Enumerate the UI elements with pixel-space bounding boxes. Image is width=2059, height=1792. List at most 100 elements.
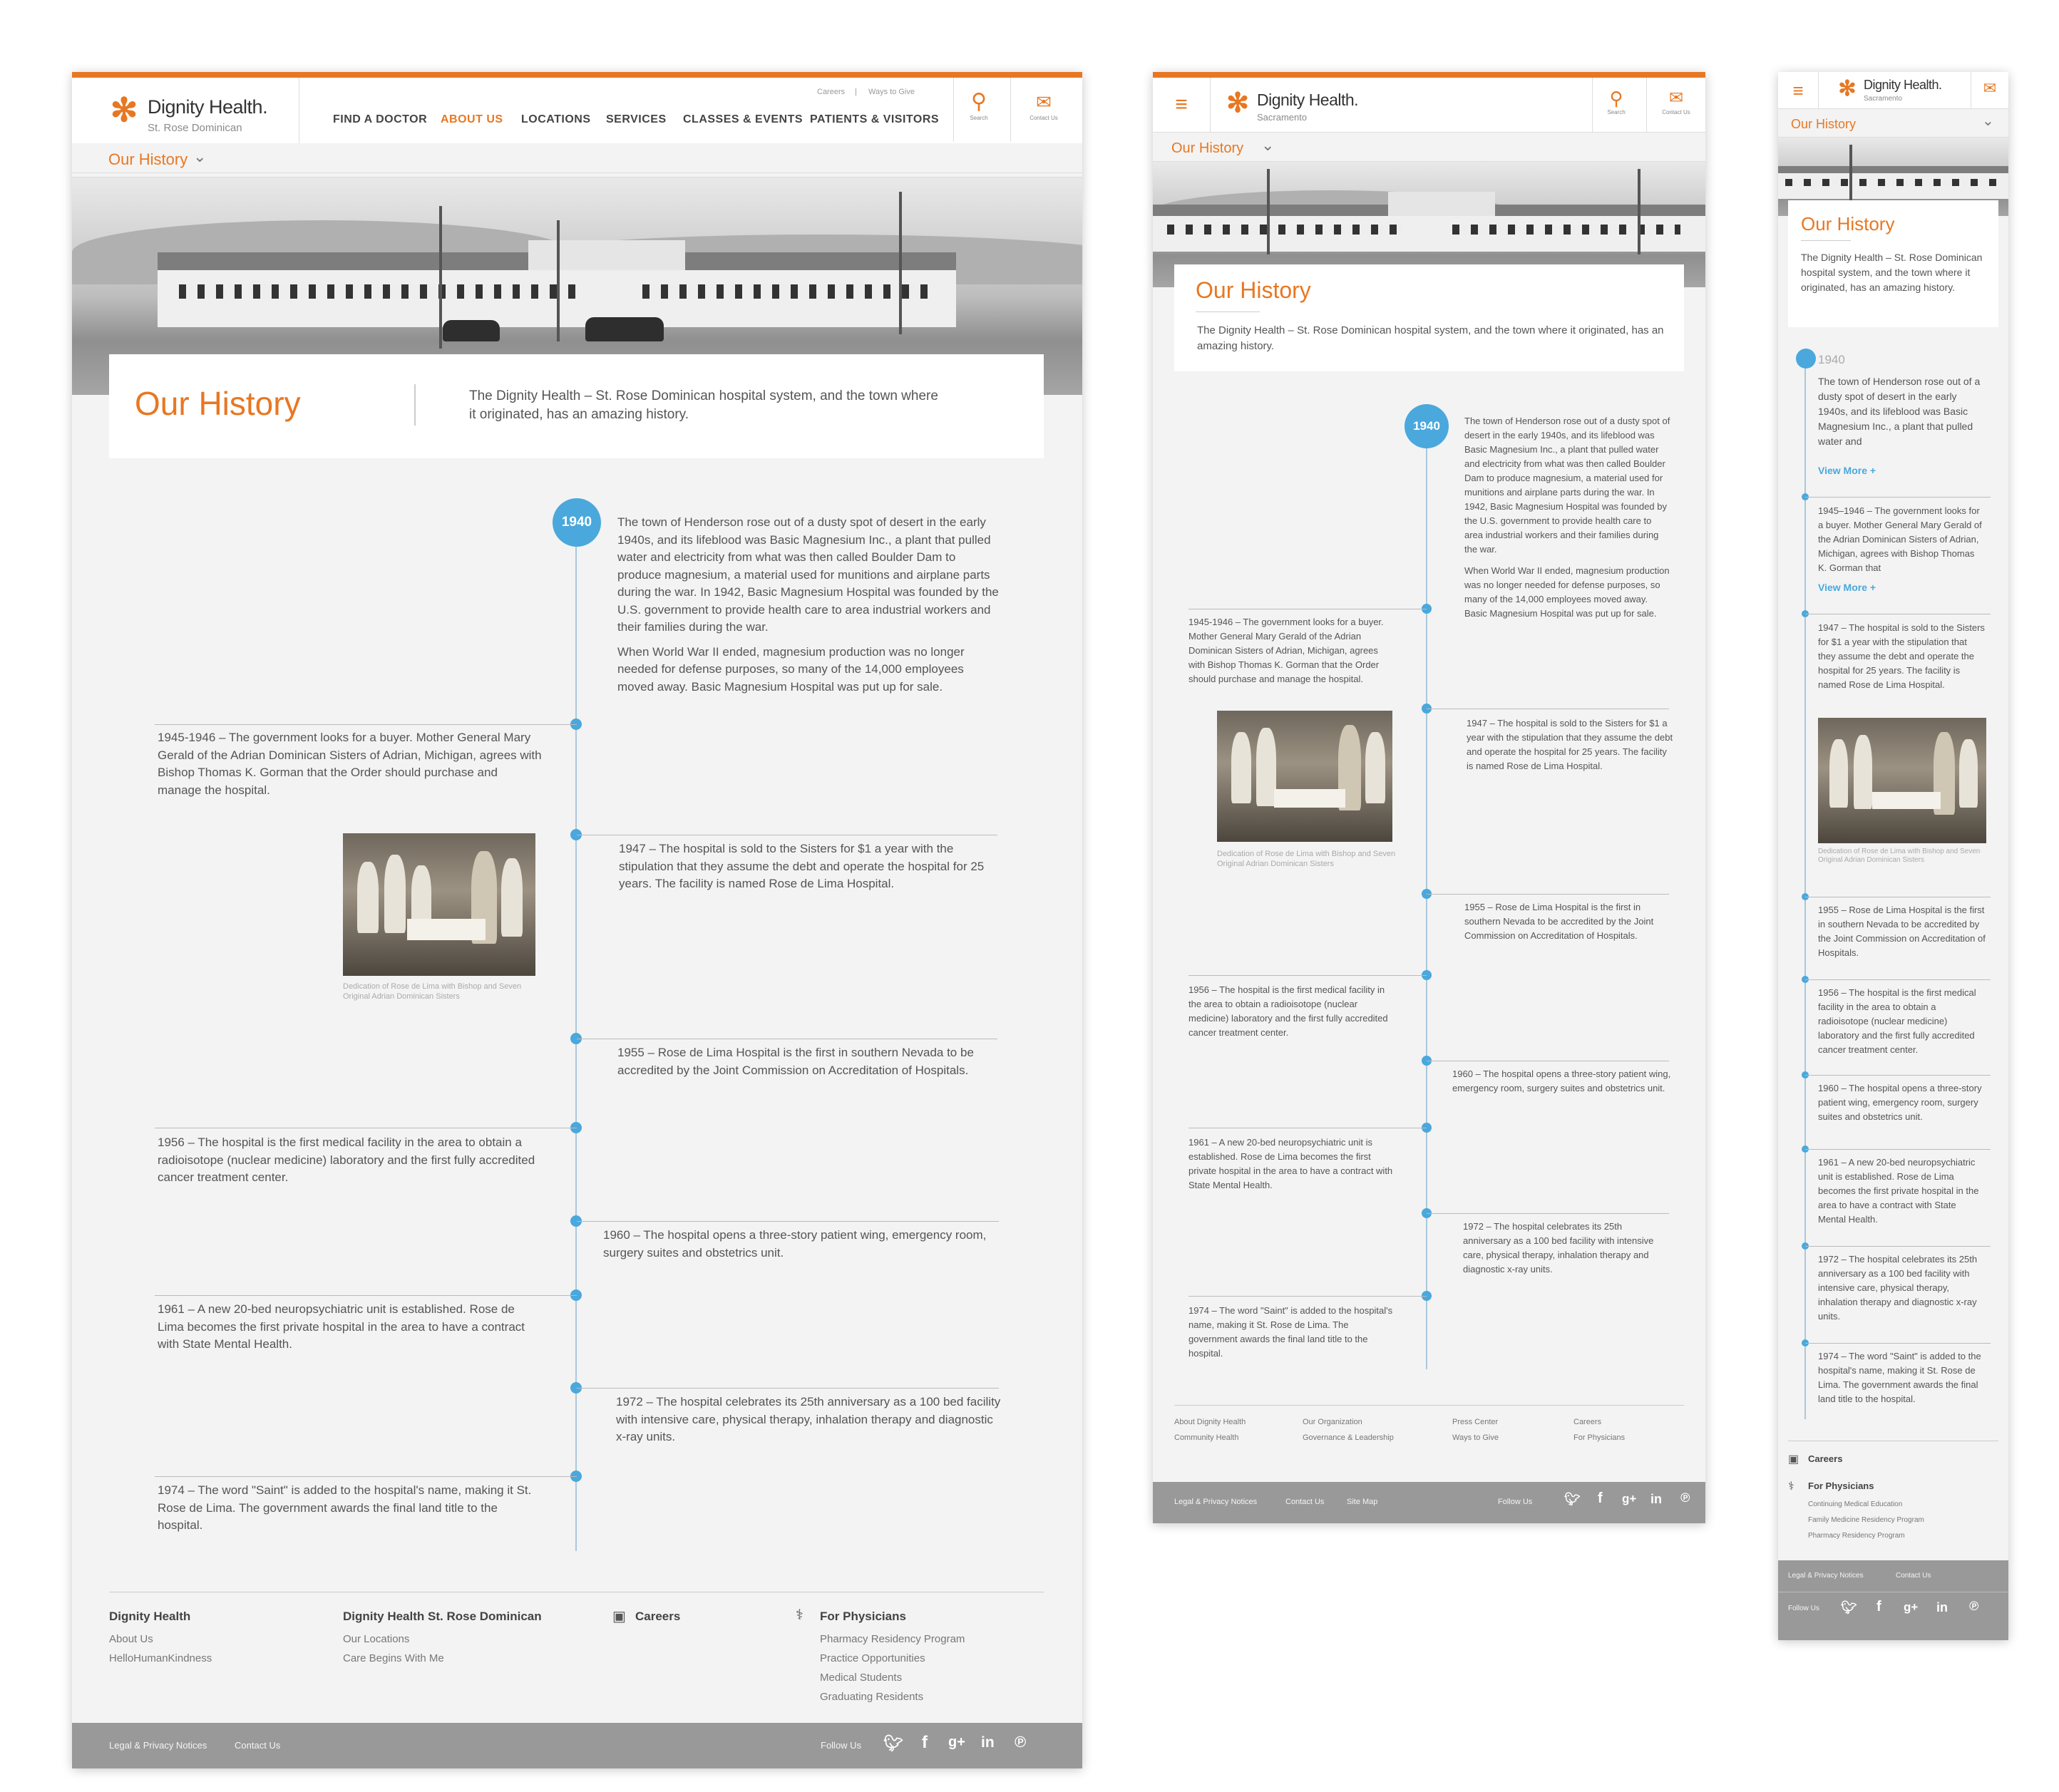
footer-link[interactable]: Medical Students [820,1672,902,1684]
footer-link[interactable]: Pharmacy Residency Program [1808,1532,1905,1540]
entry-rule [155,1476,577,1477]
mail-icon: ✉ [1668,88,1684,108]
footer-physicians[interactable]: For Physicians [1808,1481,1874,1491]
footer-col3-title[interactable]: Careers [635,1610,680,1624]
search-icon: ⚲ [1609,88,1623,109]
legal-link[interactable]: Legal & Privacy Notices [1174,1498,1257,1506]
footer-link[interactable]: Our Locations [343,1633,409,1645]
subnav-dropdown[interactable]: Our History ⌄ [72,143,1082,173]
view-more-button[interactable]: View More + [1818,465,1876,476]
mobile-header: ≡ ✻ Dignity Health. Sacramento ✉ [1778,72,2008,109]
subnav-label: Our History [108,150,188,168]
footer-link[interactable]: Care Begins With Me [343,1652,444,1664]
footer-link[interactable]: Press Center [1452,1418,1498,1426]
footer-link[interactable]: Graduating Residents [820,1691,923,1703]
search-button[interactable]: ⚲ Search [958,89,1000,121]
header-divider [1592,78,1593,133]
subnav-dropdown[interactable]: Our History ⌄ [1153,133,1705,162]
facebook-icon[interactable]: f [1598,1490,1603,1507]
footer-link[interactable]: About Dignity Health [1174,1418,1246,1426]
intro-card: Our History The Dignity Health – St. Ros… [1174,264,1684,371]
linkedin-icon[interactable]: in [981,1734,995,1751]
footer-link[interactable]: For Physicians [1573,1433,1625,1442]
footer-link[interactable]: HelloHumanKindness [109,1652,212,1664]
footer-link[interactable]: Careers [1573,1418,1601,1426]
utility-careers[interactable]: Careers [817,88,845,96]
footer-col2-title[interactable]: Dignity Health St. Rose Dominican [343,1610,542,1624]
hamburger-menu[interactable]: ≡ [1784,76,1812,105]
pinterest-icon[interactable]: ℗ [1969,1599,1978,1614]
footer-link[interactable]: Continuing Medical Education [1808,1500,1902,1508]
hamburger-menu[interactable]: ≡ [1160,85,1203,125]
search-button[interactable]: ⚲ Search [1595,88,1638,115]
entry-1961: 1961 – A new 20-bed neuropsychiatric uni… [158,1302,525,1351]
footer-bar: Legal & Privacy Notices Contact Us Follo… [72,1723,1082,1768]
entry-1947: 1947 – The hospital is sold to the Siste… [1467,718,1673,771]
pinterest-icon[interactable]: ℗ [1680,1490,1690,1505]
subnav-dropdown[interactable]: Our History ⌄ [1778,109,2008,138]
contact-button[interactable]: ✉ [1973,78,2006,99]
linkedin-icon[interactable]: in [1650,1492,1662,1507]
nav-find-a-doctor[interactable]: FIND A DOCTOR [333,113,427,126]
contact-link[interactable]: Contact Us [1896,1572,1931,1580]
footer-link[interactable]: Family Medicine Residency Program [1808,1516,1924,1524]
dedication-photo [1818,718,1986,843]
footer-careers[interactable]: Careers [1808,1453,1842,1464]
year-1940-badge: 1940 [553,498,601,547]
header-divider [1210,78,1211,133]
intro-card: Our History The Dignity Health – St. Ros… [1788,200,1998,327]
nav-services[interactable]: SERVICES [606,113,667,126]
contact-button[interactable]: ✉ Contact Us [1015,89,1072,121]
entry-1945: 1945-1946 – The government looks for a b… [158,731,542,797]
footer-link[interactable]: About Us [109,1633,153,1645]
entry-rule [577,1221,999,1222]
google-plus-icon[interactable]: g+ [1904,1600,1918,1615]
twitter-icon[interactable]: 🐦︎ [1564,1492,1581,1507]
logo[interactable]: ✻ Dignity Health. Sacramento [1223,88,1380,125]
footer-link[interactable]: Pharmacy Residency Program [820,1633,965,1645]
brand-location: Sacramento [1864,95,1902,103]
footer-col1-title[interactable]: Dignity Health [109,1610,190,1624]
contact-link[interactable]: Contact Us [235,1740,280,1751]
twitter-icon[interactable]: 🐦︎ [1841,1600,1857,1615]
facebook-icon[interactable]: f [1876,1599,1881,1615]
nav-patients-visitors[interactable]: PATIENTS & VISITORS [810,113,939,126]
twitter-icon[interactable]: 🐦︎ [883,1734,903,1753]
view-more-button[interactable]: View More + [1818,582,1876,593]
nav-locations[interactable]: LOCATIONS [521,113,591,126]
sitemap-link[interactable]: Site Map [1347,1498,1377,1506]
footer-col4-title[interactable]: For Physicians [820,1610,906,1624]
entry-1947: 1947 – The hospital is sold to the Siste… [619,842,985,890]
pinterest-icon[interactable]: ℗ [1015,1733,1026,1751]
search-icon: ⚲ [971,90,987,113]
legal-link[interactable]: Legal & Privacy Notices [1788,1572,1864,1580]
footer-link[interactable]: Practice Opportunities [820,1652,925,1664]
logo[interactable]: ✻ Dignity Health. Sacramento [1835,76,1971,105]
subnav-label: Our History [1171,140,1244,156]
mobile-frame: ≡ ✻ Dignity Health. Sacramento ✉ Our His… [1778,72,2008,1640]
nav-classes-events[interactable]: CLASSES & EVENTS [683,113,803,126]
entry-1955: 1955 – Rose de Lima Hospital is the firs… [1464,902,1654,941]
google-plus-icon[interactable]: g+ [948,1734,965,1751]
footer-link[interactable]: Community Health [1174,1433,1238,1442]
entry-1956: 1956 – The hospital is the first medical… [158,1136,535,1184]
contact-button[interactable]: ✉ Contact Us [1649,88,1703,115]
footer-link[interactable]: Our Organization [1303,1418,1362,1426]
entry-rule [1805,1246,1991,1247]
footer-link[interactable]: Ways to Give [1452,1433,1499,1442]
hamburger-icon: ≡ [1175,93,1188,116]
footer-link[interactable]: Governance & Leadership [1303,1433,1394,1442]
mail-icon: ✉ [1036,91,1052,113]
facebook-icon[interactable]: f [922,1733,928,1753]
legal-link[interactable]: Legal & Privacy Notices [109,1740,207,1751]
photo-caption: Dedication of Rose de Lima with Bishop a… [1217,850,1396,868]
google-plus-icon[interactable]: g+ [1622,1492,1636,1506]
nav-about-us[interactable]: ABOUT US [441,113,503,126]
footer-bar: Legal & Privacy Notices Contact Us Site … [1153,1482,1705,1523]
logo[interactable]: ✻ Dignity Health. St. Rose Dominican [106,92,284,142]
contact-link[interactable]: Contact Us [1285,1498,1324,1506]
utility-ways-to-give[interactable]: Ways to Give [868,88,915,96]
footer-rule [1174,1405,1684,1406]
linkedin-icon[interactable]: in [1936,1600,1948,1615]
entry-1940-p2: When World War II ended, magnesium produ… [617,644,965,694]
